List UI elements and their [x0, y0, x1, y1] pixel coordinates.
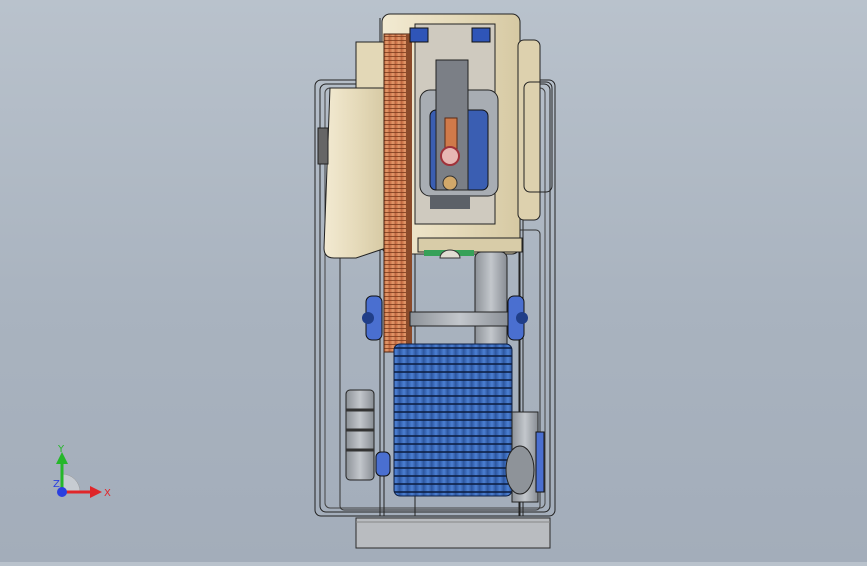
coordinate-triad: Y X Z	[53, 444, 111, 499]
y-axis-label: Y	[57, 444, 65, 455]
x-axis-head	[90, 486, 102, 498]
cad-viewport[interactable]: Y X Z	[0, 0, 867, 562]
large-gear	[383, 33, 412, 353]
tablet-press-model[interactable]	[0, 0, 867, 562]
z-axis-label: Z	[53, 479, 60, 490]
punch-assembly	[409, 23, 499, 259]
motor	[393, 343, 545, 503]
v-belt-pulley	[345, 389, 391, 481]
x-axis-label: X	[104, 488, 111, 499]
